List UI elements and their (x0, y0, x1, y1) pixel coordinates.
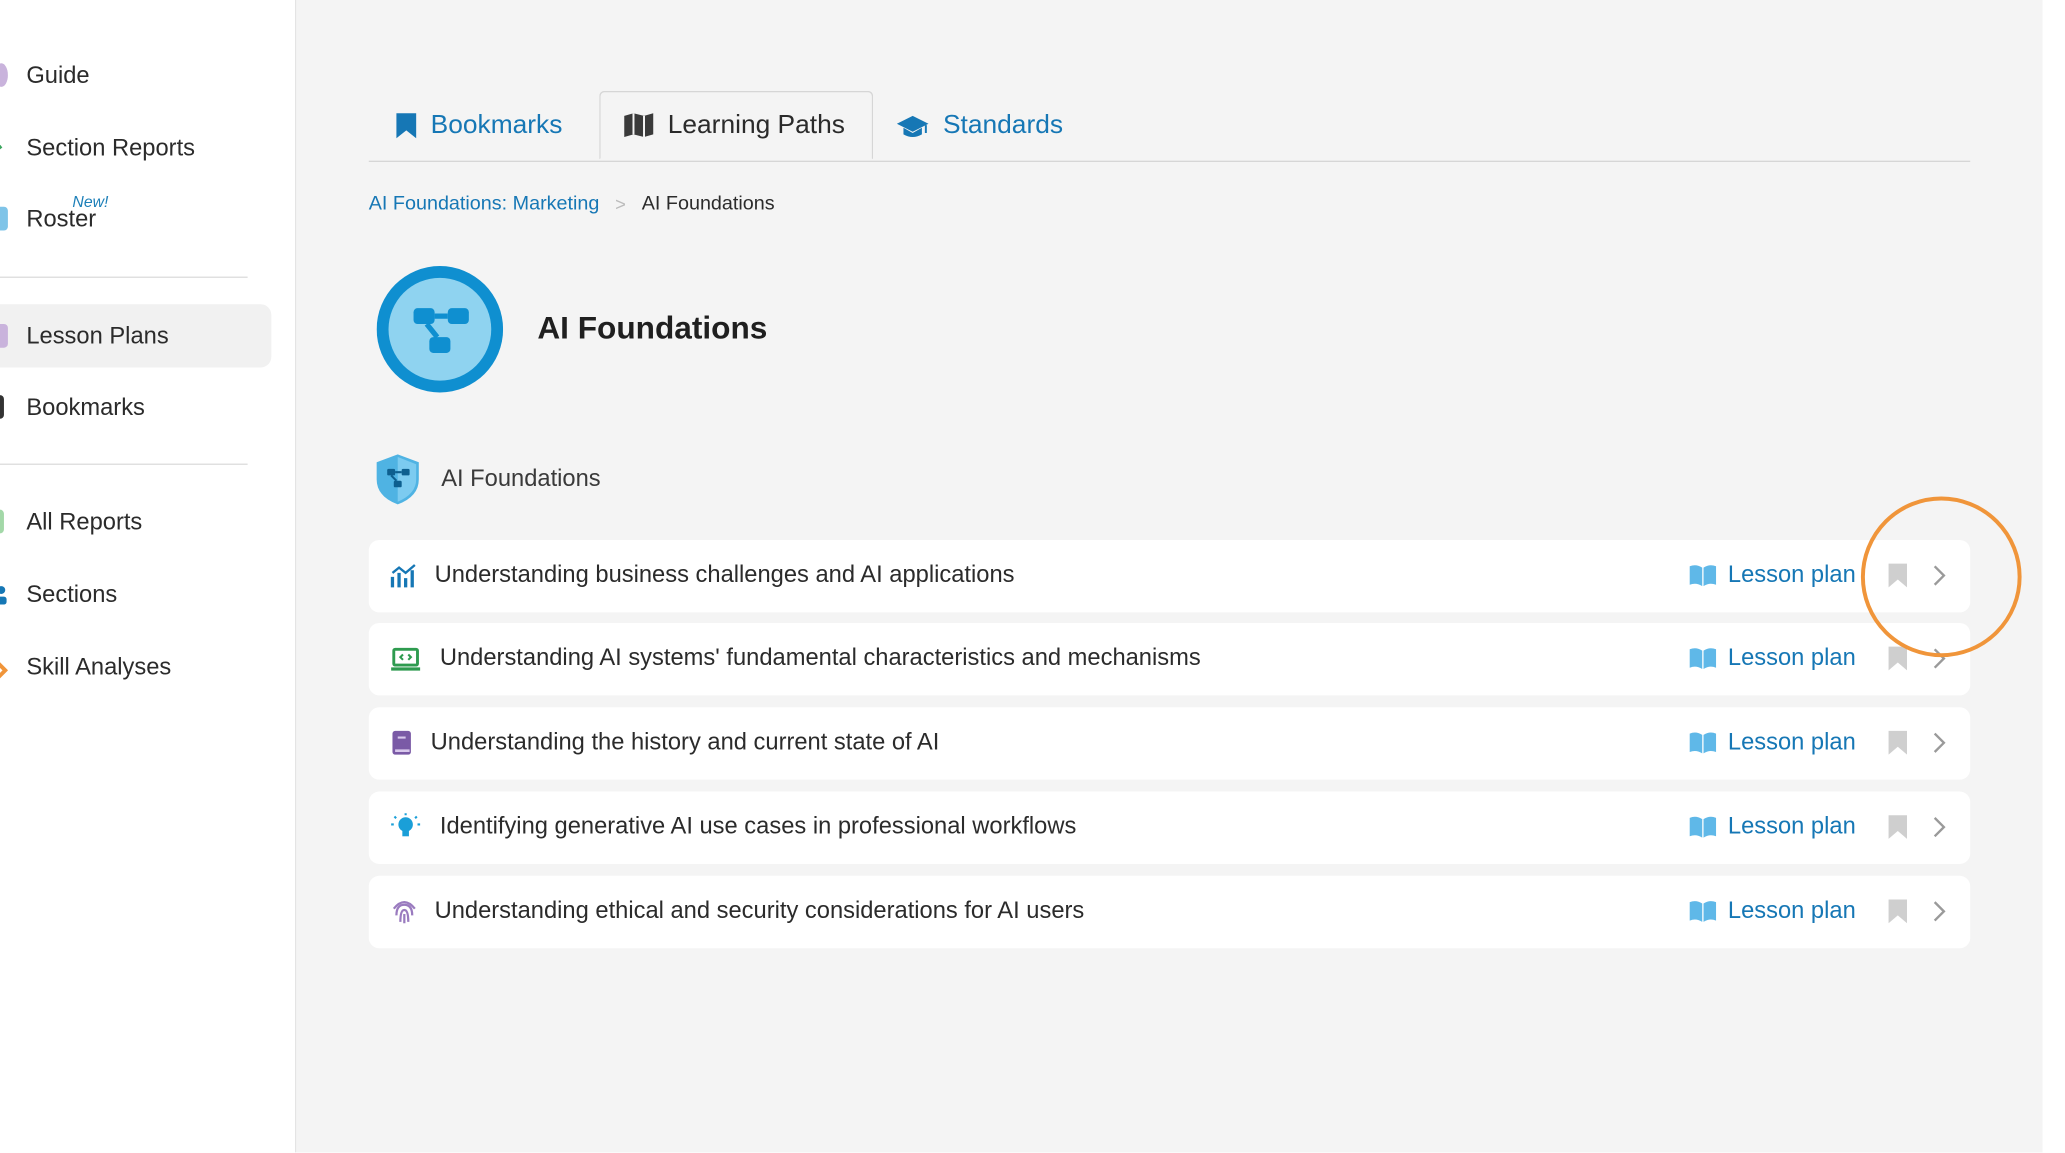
sidebar-item-skill-analyses[interactable]: Skill Analyses (0, 637, 271, 695)
tab-label: Learning Paths (667, 109, 845, 139)
checkmark-icon (0, 136, 8, 160)
sidebar-item-bookmarks[interactable]: Bookmarks (0, 378, 271, 436)
bookmark-icon[interactable] (1887, 730, 1908, 756)
lesson-plan-link[interactable]: Lesson plan (1688, 644, 1856, 672)
tab-standards[interactable]: Standards (896, 91, 1063, 161)
tab-label: Standards (942, 110, 1064, 140)
open-book-icon (1688, 899, 1717, 923)
click-highlight-ring (1860, 496, 2022, 658)
skill-analyses-icon (0, 655, 9, 679)
chart-icon (390, 561, 419, 590)
sidebar-item-label: All Reports (26, 507, 143, 535)
map-icon (623, 112, 655, 138)
tab-learning-paths[interactable]: Learning Paths (599, 90, 873, 160)
lesson-plan-label: Lesson plan (1727, 896, 1856, 924)
sidebar-item-label: Lesson Plans (26, 322, 169, 349)
sidebar-item-section-reports[interactable]: Section Reports (0, 119, 271, 177)
breadcrumb: AI Foundations: Marketing > AI Foundatio… (369, 192, 775, 214)
graduation-cap-icon (896, 113, 930, 139)
sidebar: Guide Section Reports Roster New! Lesson… (0, 0, 297, 1153)
chevron-right-icon[interactable] (1931, 900, 1947, 924)
lesson-row[interactable]: Understanding business challenges and AI… (368, 539, 1971, 613)
sidebar-item-label: Skill Analyses (26, 652, 172, 679)
roster-icon (0, 206, 8, 231)
lesson-plan-link[interactable]: Lesson plan (1688, 561, 1856, 589)
fingerprint-icon (390, 897, 419, 926)
lesson-title: Understanding ethical and security consi… (434, 896, 1085, 924)
book-icon (390, 728, 419, 757)
lesson-title: Understanding AI systems' fundamental ch… (439, 644, 1201, 671)
open-book-icon (1688, 815, 1717, 839)
breadcrumb-separator: > (615, 192, 626, 215)
chevron-right-icon[interactable] (1931, 731, 1947, 755)
tab-bar: Bookmarks Learning Paths Standards (368, 90, 1971, 162)
network-icon (376, 266, 504, 393)
sidebar-item-label: Guide (26, 61, 90, 88)
chevron-right-icon[interactable] (1931, 815, 1947, 839)
open-book-icon (1688, 563, 1717, 587)
open-book-icon (1688, 730, 1717, 754)
tab-label: Bookmarks (430, 110, 563, 140)
sidebar-item-all-reports[interactable]: All Reports (0, 493, 271, 551)
sidebar-item-guide[interactable]: Guide (0, 46, 271, 104)
guide-icon (0, 63, 8, 87)
sidebar-item-roster[interactable]: Roster (0, 190, 271, 248)
lesson-row[interactable]: Understanding the history and current st… (368, 707, 1971, 780)
lesson-plan-link[interactable]: Lesson plan (1688, 896, 1856, 925)
sidebar-item-label: Bookmarks (26, 393, 145, 420)
lesson-plan-link[interactable]: Lesson plan (1688, 728, 1856, 756)
lesson-plan-label: Lesson plan (1727, 812, 1856, 839)
breadcrumb-current: AI Foundations (641, 192, 775, 215)
new-badge: New! (72, 192, 109, 211)
breadcrumb-link[interactable]: AI Foundations: Marketing (369, 192, 600, 214)
lesson-row[interactable]: Understanding ethical and security consi… (368, 875, 1971, 949)
group-title: AI Foundations (441, 464, 601, 492)
lesson-title: Understanding the history and current st… (430, 728, 940, 755)
sidebar-item-lesson-plans[interactable]: Lesson Plans (0, 304, 272, 368)
sidebar-item-sections[interactable]: Sections (0, 565, 271, 623)
lesson-plan-label: Lesson plan (1727, 561, 1856, 588)
bookmark-icon (395, 112, 417, 140)
scrollbar-gutter (2042, 0, 2065, 1153)
sidebar-divider (0, 276, 248, 278)
bookmark-icon[interactable] (1887, 814, 1908, 840)
lesson-title: Understanding business challenges and AI… (434, 561, 1015, 588)
bookmark-icon[interactable] (1887, 898, 1908, 924)
bookmarks-icon (0, 395, 4, 419)
bookmark-icon[interactable] (1887, 645, 1908, 671)
person-icon (0, 582, 8, 606)
sidebar-item-label: Sections (26, 580, 118, 607)
all-reports-icon (0, 509, 4, 534)
lesson-row[interactable]: Identifying generative AI use cases in p… (368, 791, 1971, 864)
lesson-plan-label: Lesson plan (1727, 644, 1856, 671)
sidebar-divider (0, 463, 248, 465)
sidebar-item-label: Section Reports (26, 133, 196, 161)
lesson-title: Identifying generative AI use cases in p… (439, 812, 1077, 839)
tab-bookmarks[interactable]: Bookmarks (395, 91, 562, 161)
lesson-plans-icon (0, 323, 8, 348)
lesson-row[interactable]: Understanding AI systems' fundamental ch… (368, 622, 1971, 696)
open-book-icon (1688, 646, 1717, 670)
code-screen-icon (390, 644, 421, 673)
lesson-plan-label: Lesson plan (1727, 728, 1856, 755)
page-title: AI Foundations (537, 310, 768, 347)
lightbulb-icon (390, 813, 421, 842)
lesson-plan-link[interactable]: Lesson plan (1688, 812, 1856, 841)
shield-network-icon (374, 453, 421, 506)
